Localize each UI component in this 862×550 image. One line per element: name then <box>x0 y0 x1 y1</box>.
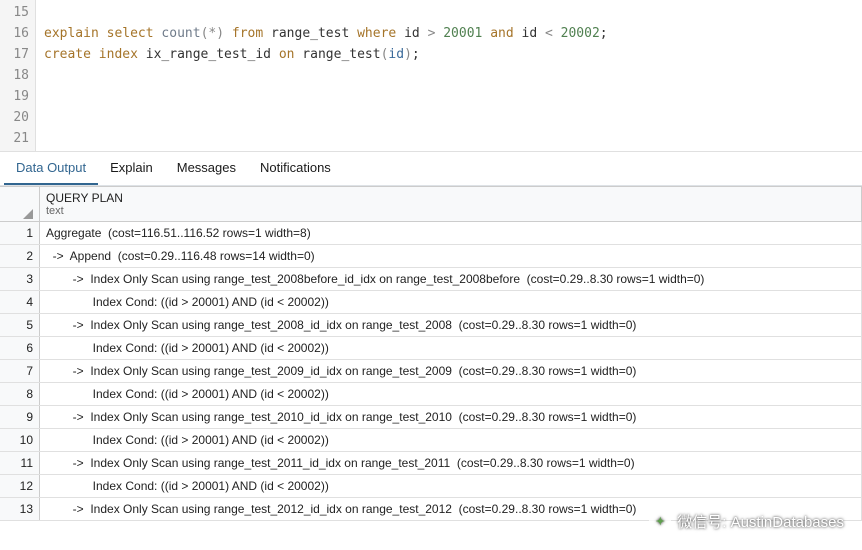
grid-header-row: QUERY PLAN text <box>0 187 862 222</box>
results-tabs: Data OutputExplainMessagesNotifications <box>0 152 862 186</box>
query-plan-cell[interactable]: -> Index Only Scan using range_test_2009… <box>40 360 862 382</box>
line-number: 18 <box>0 65 35 86</box>
query-plan-cell[interactable]: -> Append (cost=0.29..116.48 rows=14 wid… <box>40 245 862 267</box>
table-row[interactable]: 6 Index Cond: ((id > 20001) AND (id < 20… <box>0 337 862 360</box>
row-number[interactable]: 8 <box>0 383 40 405</box>
table-row[interactable]: 12 Index Cond: ((id > 20001) AND (id < 2… <box>0 475 862 498</box>
watermark-text: 微信号: AustinDatabases <box>677 511 844 532</box>
query-plan-cell[interactable]: Index Cond: ((id > 20001) AND (id < 2000… <box>40 429 862 451</box>
row-number[interactable]: 2 <box>0 245 40 267</box>
query-plan-cell[interactable]: Index Cond: ((id > 20001) AND (id < 2000… <box>40 475 862 497</box>
column-type: text <box>46 205 855 217</box>
grid-body: 1Aggregate (cost=116.51..116.52 rows=1 w… <box>0 222 862 521</box>
row-number[interactable]: 11 <box>0 452 40 474</box>
tab-messages[interactable]: Messages <box>165 152 248 185</box>
line-number: 15 <box>0 2 35 23</box>
query-plan-cell[interactable]: Aggregate (cost=116.51..116.52 rows=1 wi… <box>40 222 862 244</box>
row-number[interactable]: 9 <box>0 406 40 428</box>
table-row[interactable]: 10 Index Cond: ((id > 20001) AND (id < 2… <box>0 429 862 452</box>
row-number[interactable]: 1 <box>0 222 40 244</box>
column-name: QUERY PLAN <box>46 191 855 205</box>
select-all-corner[interactable] <box>0 187 40 221</box>
query-plan-cell[interactable]: -> Index Only Scan using range_test_2008… <box>40 268 862 290</box>
line-number: 16 <box>0 23 35 44</box>
line-number: 19 <box>0 86 35 107</box>
row-number[interactable]: 13 <box>0 498 40 520</box>
table-row[interactable]: 8 Index Cond: ((id > 20001) AND (id < 20… <box>0 383 862 406</box>
results-grid: QUERY PLAN text 1Aggregate (cost=116.51.… <box>0 186 862 521</box>
row-number[interactable]: 3 <box>0 268 40 290</box>
table-row[interactable]: 11 -> Index Only Scan using range_test_2… <box>0 452 862 475</box>
code-line <box>44 128 854 149</box>
row-number[interactable]: 7 <box>0 360 40 382</box>
query-plan-cell[interactable]: Index Cond: ((id > 20001) AND (id < 2000… <box>40 337 862 359</box>
row-number[interactable]: 4 <box>0 291 40 313</box>
query-plan-cell[interactable]: Index Cond: ((id > 20001) AND (id < 2000… <box>40 383 862 405</box>
code-line: explain select count(*) from range_test … <box>44 23 854 44</box>
table-row[interactable]: 5 -> Index Only Scan using range_test_20… <box>0 314 862 337</box>
watermark: ✦ 微信号: AustinDatabases <box>649 510 844 532</box>
select-all-icon <box>23 209 33 219</box>
code-line <box>44 107 854 128</box>
row-number[interactable]: 5 <box>0 314 40 336</box>
query-plan-cell[interactable]: -> Index Only Scan using range_test_2010… <box>40 406 862 428</box>
table-row[interactable]: 1Aggregate (cost=116.51..116.52 rows=1 w… <box>0 222 862 245</box>
query-plan-cell[interactable]: -> Index Only Scan using range_test_2011… <box>40 452 862 474</box>
table-row[interactable]: 3 -> Index Only Scan using range_test_20… <box>0 268 862 291</box>
table-row[interactable]: 7 -> Index Only Scan using range_test_20… <box>0 360 862 383</box>
code-area[interactable]: explain select count(*) from range_test … <box>36 0 862 151</box>
query-plan-cell[interactable]: Index Cond: ((id > 20001) AND (id < 2000… <box>40 291 862 313</box>
code-line <box>44 86 854 107</box>
column-header-query-plan[interactable]: QUERY PLAN text <box>40 187 862 221</box>
sql-editor: 15161718192021 explain select count(*) f… <box>0 0 862 152</box>
table-row[interactable]: 4 Index Cond: ((id > 20001) AND (id < 20… <box>0 291 862 314</box>
code-line <box>44 2 854 23</box>
table-row[interactable]: 9 -> Index Only Scan using range_test_20… <box>0 406 862 429</box>
line-gutter: 15161718192021 <box>0 0 36 151</box>
line-number: 20 <box>0 107 35 128</box>
row-number[interactable]: 6 <box>0 337 40 359</box>
code-line <box>44 65 854 86</box>
tab-notifications[interactable]: Notifications <box>248 152 343 185</box>
tab-data-output[interactable]: Data Output <box>4 152 98 185</box>
query-plan-cell[interactable]: -> Index Only Scan using range_test_2008… <box>40 314 862 336</box>
code-line: create index ix_range_test_id on range_t… <box>44 44 854 65</box>
row-number[interactable]: 12 <box>0 475 40 497</box>
line-number: 21 <box>0 128 35 149</box>
row-number[interactable]: 10 <box>0 429 40 451</box>
line-number: 17 <box>0 44 35 65</box>
table-row[interactable]: 2 -> Append (cost=0.29..116.48 rows=14 w… <box>0 245 862 268</box>
wechat-icon: ✦ <box>649 510 671 532</box>
tab-explain[interactable]: Explain <box>98 152 165 185</box>
